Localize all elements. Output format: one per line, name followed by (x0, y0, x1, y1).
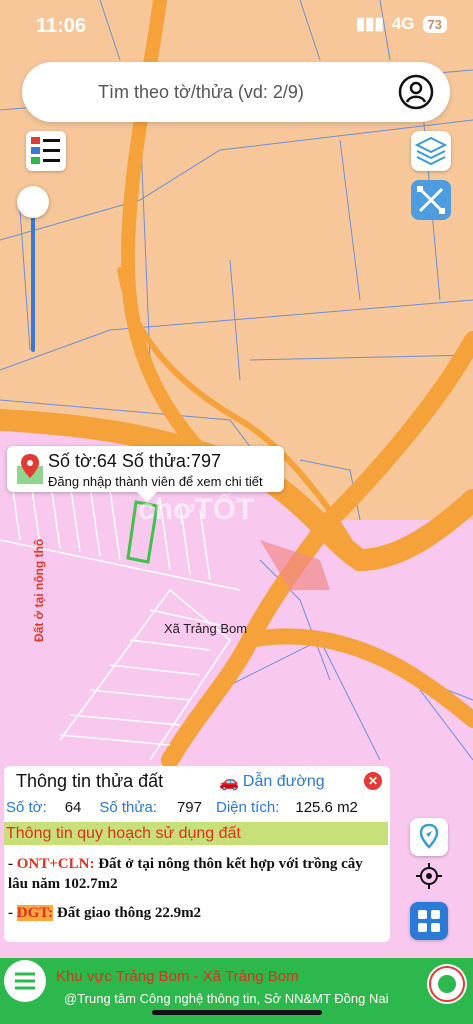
crosshair-icon (416, 863, 442, 889)
zone-code: DGT: (16, 905, 54, 921)
car-icon: 🚗 (219, 774, 239, 791)
road-zone-label: Đất ở tại nông thô (32, 538, 46, 642)
directions-button[interactable]: 🚗 Dẫn đường (219, 772, 325, 792)
legend-icon (31, 137, 60, 164)
sheet-value: 64 (64, 799, 82, 816)
user-icon[interactable] (398, 74, 434, 110)
popup-subtitle[interactable]: Đăng nhập thành viên để xem chi tiết (48, 474, 263, 489)
credit-text: @Trung tâm Công nghệ thông tin, Sở NN&MT… (64, 991, 389, 1006)
measure-icon (417, 186, 445, 214)
layers-button[interactable] (411, 131, 451, 171)
zone-entry: - ONT+CLN: Đất ở tại nông thôn kết hợp v… (8, 856, 363, 892)
battery-badge: 73 (422, 15, 447, 33)
parcel-value: 797 (176, 799, 202, 816)
hamburger-icon (15, 972, 35, 990)
parcel-stats: Số tờ: 64 Số thửa: 797 Diện tích: 125.6 … (6, 799, 358, 816)
area-text: Khu vực Trảng Bom - Xã Trảng Bom (56, 968, 299, 985)
apps-button[interactable] (410, 902, 448, 940)
grid-icon (418, 910, 440, 932)
search-bar[interactable]: Tìm theo tờ/thửa (vd: 2/9) (22, 62, 450, 122)
status-bar: 11:06 ▮▮▮ 4G 73 (0, 0, 473, 52)
commune-label: Xã Trảng Bom (164, 621, 248, 636)
popup-title: Số tờ:64 Số thửa:797 (48, 451, 221, 471)
map-pin-icon (17, 454, 43, 484)
directions-label: Dẫn đường (242, 773, 325, 790)
panel-title: Thông tin thửa đất (16, 771, 164, 791)
home-indicator (152, 1010, 322, 1015)
measure-tools-button[interactable] (411, 180, 451, 220)
menu-button[interactable] (4, 960, 46, 1002)
network-type: 4G (391, 14, 415, 33)
dongnai-logo-icon (427, 964, 467, 1004)
area-value: 125.6 m2 (295, 799, 358, 816)
sheet-label: Số tờ: (6, 799, 47, 816)
parcel-popup[interactable]: Số tờ:64 Số thửa:797 Đăng nhập thành viê… (7, 446, 284, 502)
zoom-slider-handle[interactable] (17, 186, 49, 218)
zone-entry: - DGT: Đất giao thông 22.9m2 (8, 905, 202, 921)
planning-header: Thông tin quy hoạch sử dụng đất (4, 822, 388, 845)
my-location-button[interactable] (410, 857, 448, 895)
zone-description: Đất giao thông 22.9m2 (56, 905, 202, 921)
legend-button[interactable] (26, 131, 66, 171)
layers-icon (414, 136, 448, 166)
zone-code: ONT+CLN: (16, 856, 95, 872)
signal-icon: ▮▮▮ (355, 14, 384, 33)
clock: 11:06 (36, 15, 87, 37)
area-label: Diện tích: (215, 799, 280, 816)
close-icon[interactable]: ✕ (364, 772, 382, 790)
zoom-slider-track[interactable] (31, 205, 35, 352)
navigate-button[interactable] (410, 818, 448, 856)
parcel-info-panel: Thông tin thửa đất 🚗 Dẫn đường ✕ Số tờ: … (4, 766, 390, 942)
search-input[interactable]: Tìm theo tờ/thửa (vd: 2/9) (98, 82, 304, 103)
status-indicators: ▮▮▮ 4G 73 (356, 14, 447, 34)
location-pin-icon (419, 823, 439, 849)
parcel-label: Số thửa: (99, 799, 157, 816)
